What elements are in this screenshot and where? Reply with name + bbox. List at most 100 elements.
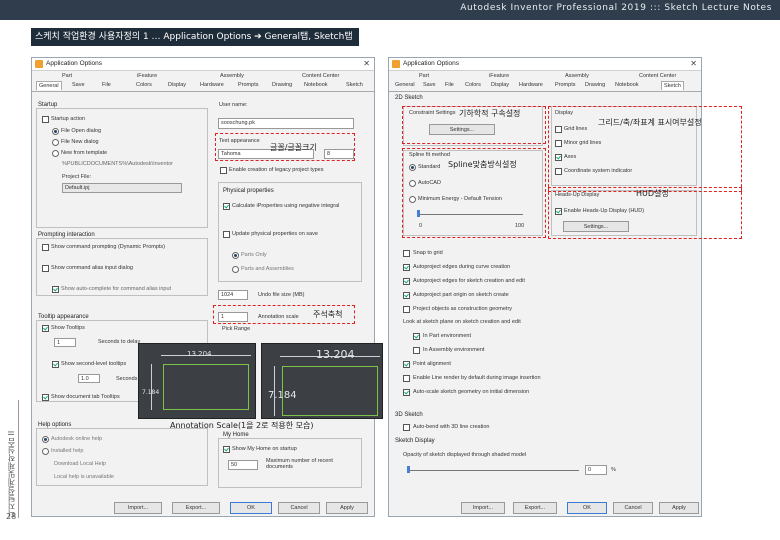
tab-ifeature[interactable]: iFeature [137, 73, 157, 79]
autodesk-help-label: Autodesk online help [51, 436, 103, 442]
parts-only-radio[interactable] [232, 252, 239, 259]
undo-size-input[interactable]: 1024 [218, 290, 248, 300]
dimension-value-horizontal: 13.204 [187, 350, 212, 358]
in-part-checkbox[interactable] [413, 333, 420, 340]
project-file-select[interactable]: Default.ipj [62, 183, 182, 193]
recent-docs-input[interactable]: 50 [228, 460, 258, 470]
tab-display[interactable]: Display [168, 82, 186, 88]
autoproject-edges-checkbox[interactable] [403, 264, 410, 271]
show-command-alias-checkbox[interactable] [42, 265, 49, 272]
tab-ifeature[interactable]: iFeature [489, 73, 509, 79]
sketch-rectangle [163, 364, 249, 410]
tab-hardware[interactable]: Hardware [519, 82, 543, 88]
opacity-slider-track[interactable] [409, 470, 579, 471]
enable-legacy-checkbox[interactable] [220, 167, 227, 174]
import-button[interactable]: Import... [114, 502, 162, 514]
in-assembly-checkbox[interactable] [413, 347, 420, 354]
show-tooltips-checkbox[interactable] [42, 325, 49, 332]
project-construction-checkbox[interactable] [403, 306, 410, 313]
parts-assemblies-radio[interactable] [232, 266, 239, 273]
autodesk-help-radio[interactable] [42, 436, 49, 443]
tab-assembly[interactable]: Assembly [220, 73, 244, 79]
installed-help-label: Installed help [51, 448, 84, 454]
tab-drawing[interactable]: Drawing [272, 82, 292, 88]
tab-file[interactable]: File [102, 82, 111, 88]
download-help-link[interactable]: Download Local Help [54, 461, 106, 467]
dimension-line [151, 364, 152, 410]
constraint-annotation: 기하학적 구속설정 [459, 109, 521, 118]
tab-colors[interactable]: Colors [465, 82, 481, 88]
show-doc-tab-checkbox[interactable] [42, 394, 49, 401]
startup-group [36, 108, 208, 228]
tab-general[interactable]: General [395, 82, 415, 88]
calc-iproperties-checkbox[interactable] [223, 203, 230, 210]
file-open-radio[interactable] [52, 128, 59, 135]
cancel-button[interactable]: Cancel [278, 502, 320, 514]
inventor-logo-icon [35, 60, 43, 68]
show-second-level-label: Show second-level tooltips [61, 361, 127, 367]
tab-save[interactable]: Save [423, 82, 436, 88]
second-delay-input[interactable]: 1.0 [78, 374, 100, 383]
snap-to-grid-checkbox[interactable] [403, 250, 410, 257]
sidebar-caption: 디지털설계및제작실습 II [7, 430, 16, 518]
dialog-title: Application Options [46, 60, 103, 67]
user-name-input[interactable]: sooschung.pk [218, 118, 354, 129]
tab-save[interactable]: Save [72, 82, 85, 88]
ok-button[interactable]: OK [230, 502, 272, 514]
tab-prompts[interactable]: Prompts [238, 82, 258, 88]
close-icon[interactable]: ✕ [363, 59, 370, 68]
tab-part[interactable]: Part [62, 73, 72, 79]
export-button[interactable]: Export... [513, 502, 557, 514]
tab-sketch[interactable]: Sketch [661, 81, 684, 90]
tab-file[interactable]: File [445, 82, 454, 88]
point-alignment-checkbox[interactable] [403, 361, 410, 368]
tab-notebook[interactable]: Notebook [615, 82, 639, 88]
new-from-template-radio[interactable] [52, 150, 59, 157]
dimension-value-horizontal: 13.204 [316, 348, 355, 361]
enable-line-render-checkbox[interactable] [403, 375, 410, 382]
show-auto-complete-checkbox[interactable] [52, 286, 59, 293]
tab-content-center[interactable]: Content Center [302, 73, 339, 79]
show-my-home-checkbox[interactable] [223, 446, 230, 453]
sidebar-divider [18, 400, 19, 518]
auto-scale-checkbox[interactable] [403, 389, 410, 396]
update-physical-checkbox[interactable] [223, 231, 230, 238]
show-second-level-checkbox[interactable] [52, 361, 59, 368]
tab-content-center[interactable]: Content Center [639, 73, 676, 79]
startup-action-checkbox[interactable] [42, 116, 49, 123]
opacity-input[interactable]: 0 [585, 465, 607, 475]
tab-part[interactable]: Part [419, 73, 429, 79]
tab-display[interactable]: Display [491, 82, 509, 88]
show-auto-complete-label: Show auto-complete for command alias inp… [61, 286, 172, 292]
new-from-template-label: New from template [61, 150, 108, 156]
tab-prompts[interactable]: Prompts [555, 82, 575, 88]
tab-sketch[interactable]: Sketch [346, 82, 363, 88]
snap-to-grid-label: Snap to grid [413, 250, 443, 256]
export-button[interactable]: Export... [172, 502, 220, 514]
auto-bend-checkbox[interactable] [403, 424, 410, 431]
cancel-button[interactable]: Cancel [613, 502, 653, 514]
autoproject-sketch-checkbox[interactable] [403, 278, 410, 285]
option-label: Autoproject edges during curve creation [413, 264, 511, 270]
tooltip-delay-input[interactable]: 1 [54, 338, 76, 347]
tab-assembly[interactable]: Assembly [565, 73, 589, 79]
tab-drawing[interactable]: Drawing [585, 82, 605, 88]
undo-size-label: Undo file size (MB) [258, 292, 305, 298]
ok-button[interactable]: OK [567, 502, 607, 514]
tab-general[interactable]: General [36, 81, 62, 90]
installed-help-radio[interactable] [42, 448, 49, 455]
apply-button[interactable]: Apply [659, 502, 699, 514]
file-new-radio[interactable] [52, 139, 59, 146]
autoproject-origin-checkbox[interactable] [403, 292, 410, 299]
tab-colors[interactable]: Colors [136, 82, 152, 88]
auto-bend-label: Auto-bend with 3D line creation [413, 424, 490, 430]
import-button[interactable]: Import... [461, 502, 505, 514]
close-icon[interactable]: ✕ [690, 59, 697, 68]
apply-button[interactable]: Apply [326, 502, 368, 514]
show-command-prompting-checkbox[interactable] [42, 244, 49, 251]
tab-hardware[interactable]: Hardware [200, 82, 224, 88]
template-path: %PUBLICDOCUMENTS%\Autodesk\Inventor [62, 161, 173, 167]
opacity-slider-thumb[interactable] [407, 466, 410, 473]
option-label: In Part environment [423, 333, 471, 339]
tab-notebook[interactable]: Notebook [304, 82, 328, 88]
